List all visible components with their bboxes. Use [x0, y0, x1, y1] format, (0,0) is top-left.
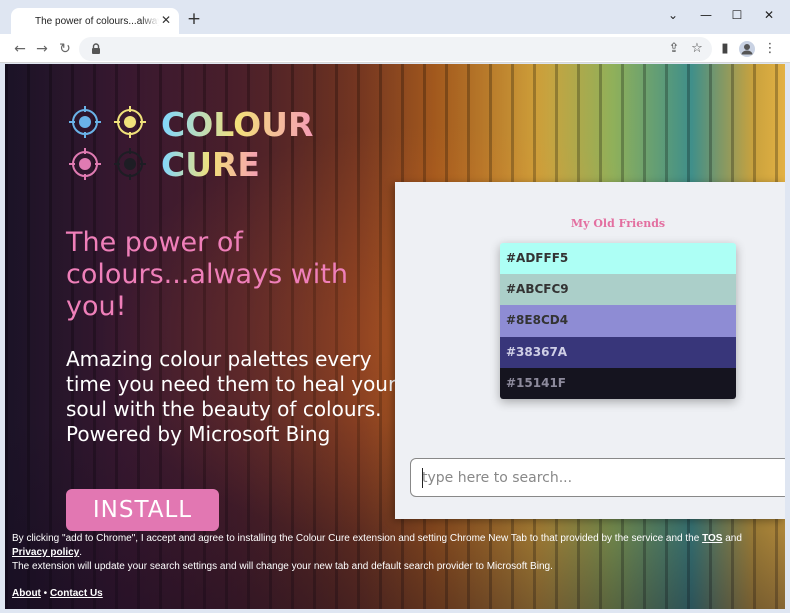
close-window-button[interactable]: ✕ [755, 4, 783, 26]
palette-swatch: #15141F [500, 367, 736, 399]
page-subtext: Amazing colour palettes every time you n… [66, 347, 397, 446]
search-box[interactable] [410, 458, 785, 497]
browser-toolbar: ← → ↻ ⇪ ☆ ▮ ⋮ [0, 34, 790, 63]
new-tab-button[interactable]: + [185, 10, 203, 28]
maximize-button[interactable]: ☐ [723, 4, 751, 26]
palette-title: My Old Friends [570, 217, 666, 230]
reload-icon[interactable]: ↻ [55, 39, 75, 59]
back-icon[interactable]: ← [10, 39, 30, 59]
disclaimer-text: By clicking "add to Chrome", I accept an… [12, 532, 777, 574]
newtab-preview-panel: My Old Friends #ADFFF5 #ABCFC9 #8E8CD4 #… [395, 182, 785, 519]
lock-icon [92, 43, 100, 54]
window-frame-bottom [0, 609, 790, 613]
window-frame-right [785, 64, 790, 613]
palette-swatch: #ABCFC9 [500, 274, 736, 306]
minimize-button[interactable]: — [692, 4, 720, 26]
text-caret [422, 468, 423, 488]
color-palette: #ADFFF5 #ABCFC9 #8E8CD4 #38367A #15141F [500, 243, 736, 399]
tos-link[interactable]: TOS [702, 533, 722, 544]
profile-avatar-icon[interactable] [738, 40, 756, 58]
logo-text-line2: CURE [161, 145, 260, 184]
palette-swatch: #ADFFF5 [500, 243, 736, 275]
disclaimer-period: . [79, 547, 83, 558]
browser-tab[interactable]: The power of colours...always with you! … [11, 8, 179, 34]
colour-cure-logo: COLOUR CURE [67, 104, 317, 186]
share-icon[interactable]: ⇪ [665, 40, 683, 58]
logo-text-line1: COLOUR [161, 105, 314, 144]
side-panel-icon[interactable]: ▮ [716, 40, 734, 58]
search-input[interactable] [422, 467, 762, 489]
privacy-policy-link[interactable]: Privacy policy [12, 547, 79, 558]
menu-icon[interactable]: ⋮ [761, 40, 779, 58]
disclaimer-and: and [722, 533, 742, 544]
tab-title: The power of colours...always with you! [35, 16, 159, 27]
page-footer: About • Contact Us [12, 588, 103, 599]
tab-search-icon[interactable]: ⌄ [659, 4, 687, 26]
forward-icon[interactable]: → [32, 39, 52, 59]
bookmark-star-icon[interactable]: ☆ [688, 40, 706, 58]
close-tab-icon[interactable]: ✕ [159, 13, 173, 27]
disclaimer-line2: The extension will update your search se… [12, 561, 553, 572]
install-button[interactable]: INSTALL [66, 489, 219, 531]
disclaimer-line1: By clicking "add to Chrome", I accept an… [12, 533, 703, 544]
contact-us-link[interactable]: Contact Us [50, 588, 103, 599]
about-link[interactable]: About [12, 588, 41, 599]
page-headline: The power of colours...always with you! [66, 227, 348, 322]
palette-swatch: #8E8CD4 [500, 305, 736, 337]
crosshair-logo-icon [69, 106, 146, 180]
footer-separator: • [40, 588, 50, 599]
palette-swatch: #38367A [500, 336, 736, 368]
page-content: COLOUR CURE The power of colours...alway… [5, 64, 785, 609]
address-bar[interactable] [79, 37, 712, 61]
tab-strip: The power of colours...always with you! … [0, 0, 790, 34]
